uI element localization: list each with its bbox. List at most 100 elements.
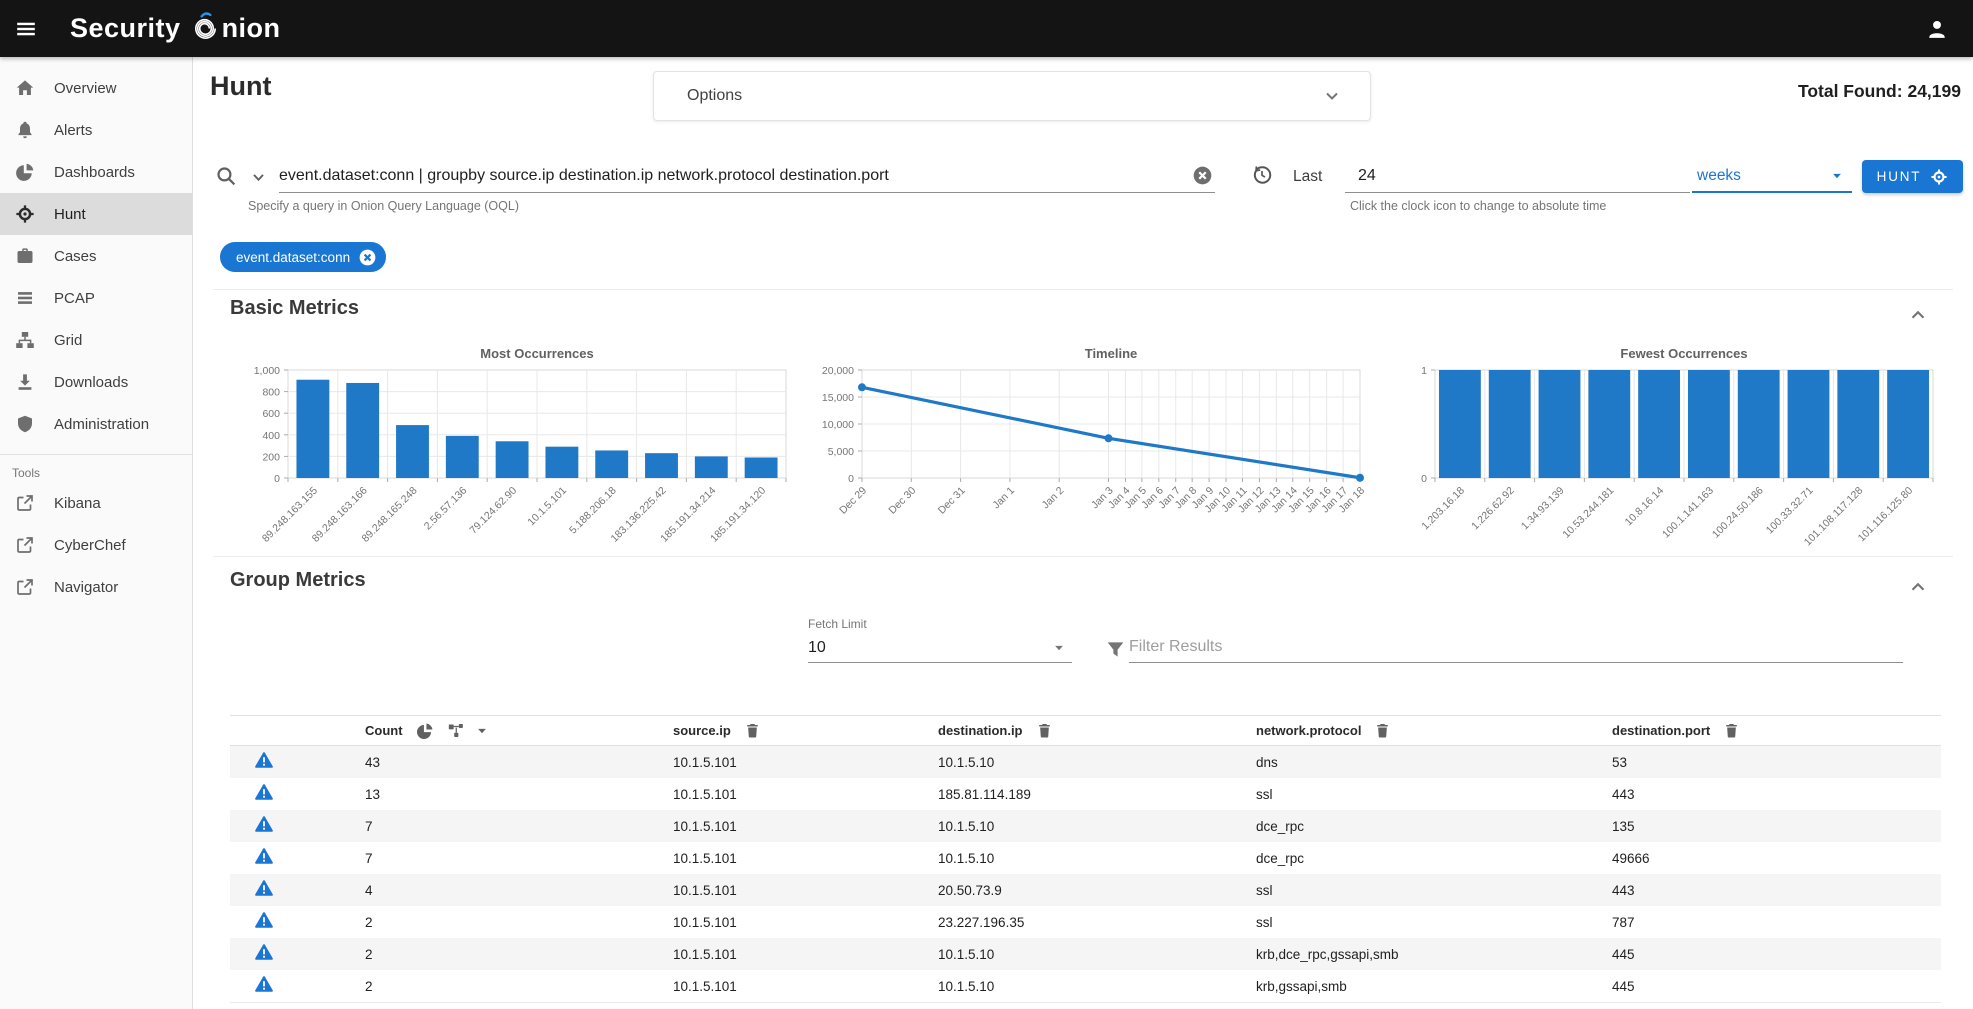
cell-destination-ip[interactable]: 10.1.5.10 xyxy=(938,979,1256,994)
svg-text:1: 1 xyxy=(1422,365,1428,377)
hunt-button[interactable]: HUNT xyxy=(1862,160,1963,193)
cell-destination-ip[interactable]: 23.227.196.35 xyxy=(938,915,1256,930)
sidebar-item-label: PCAP xyxy=(54,290,95,307)
cell-count[interactable]: 2 xyxy=(365,979,673,994)
cell-count[interactable]: 7 xyxy=(365,851,673,866)
cell-destination-port[interactable]: 445 xyxy=(1612,979,1941,994)
svg-text:0: 0 xyxy=(1422,473,1428,485)
row-warning-icon[interactable] xyxy=(254,974,274,994)
sidebar-item-hunt[interactable]: Hunt xyxy=(0,193,192,235)
cell-destination-port[interactable]: 135 xyxy=(1612,819,1941,834)
cell-source-ip[interactable]: 10.1.5.101 xyxy=(673,947,938,962)
cell-destination-port[interactable]: 787 xyxy=(1612,915,1941,930)
cell-network-protocol[interactable]: dce_rpc xyxy=(1256,819,1612,834)
collapse-basic-metrics-icon[interactable] xyxy=(1907,304,1929,326)
column-header-label[interactable]: destination.port xyxy=(1612,723,1710,738)
row-warning-icon[interactable] xyxy=(254,782,274,802)
remove-column-trash-icon[interactable] xyxy=(744,722,761,739)
options-panel[interactable]: Options xyxy=(653,71,1371,121)
user-icon[interactable] xyxy=(1917,9,1957,49)
relative-time-history-icon[interactable] xyxy=(1251,164,1273,186)
sidebar-item-label: Overview xyxy=(54,80,117,97)
cell-destination-port[interactable]: 445 xyxy=(1612,947,1941,962)
app-logo[interactable]: Security nion xyxy=(70,12,281,45)
query-history-chevron-icon[interactable] xyxy=(251,170,266,185)
sidebar-item-cases[interactable]: Cases xyxy=(0,235,192,277)
search-icon xyxy=(215,165,237,187)
row-warning-icon[interactable] xyxy=(254,846,274,866)
svg-text:Dec 30: Dec 30 xyxy=(886,485,918,517)
chip-close-icon[interactable] xyxy=(358,248,377,267)
sidebar-item-grid[interactable]: Grid xyxy=(0,319,192,361)
cell-count[interactable]: 4 xyxy=(365,883,673,898)
sidebar-item-overview[interactable]: Overview xyxy=(0,67,192,109)
column-header-label[interactable]: source.ip xyxy=(673,723,731,738)
cell-source-ip[interactable]: 10.1.5.101 xyxy=(673,883,938,898)
cell-destination-ip[interactable]: 10.1.5.10 xyxy=(938,851,1256,866)
cell-destination-ip[interactable]: 10.1.5.10 xyxy=(938,819,1256,834)
row-warning-icon[interactable] xyxy=(254,910,274,930)
cell-source-ip[interactable]: 10.1.5.101 xyxy=(673,979,938,994)
cell-count[interactable]: 13 xyxy=(365,787,673,802)
filter-results-input[interactable] xyxy=(1129,633,1903,661)
sidebar-item-pcap[interactable]: PCAP xyxy=(0,277,192,319)
cell-destination-ip[interactable]: 20.50.73.9 xyxy=(938,883,1256,898)
cell-source-ip[interactable]: 10.1.5.101 xyxy=(673,915,938,930)
cell-network-protocol[interactable]: dns xyxy=(1256,755,1612,770)
menu-icon[interactable] xyxy=(6,9,46,49)
cell-network-protocol[interactable]: krb,dce_rpc,gssapi,smb xyxy=(1256,947,1612,962)
sidebar-tool-kibana[interactable]: Kibana xyxy=(0,482,192,524)
cell-source-ip[interactable]: 10.1.5.101 xyxy=(673,851,938,866)
cell-destination-ip[interactable]: 10.1.5.10 xyxy=(938,947,1256,962)
bell-icon xyxy=(15,120,35,140)
query-input[interactable] xyxy=(279,161,1179,191)
cell-count[interactable]: 2 xyxy=(365,915,673,930)
remove-column-trash-icon[interactable] xyxy=(1036,722,1053,739)
svg-text:Fewest Occurrences: Fewest Occurrences xyxy=(1621,346,1748,361)
cell-network-protocol[interactable]: krb,gssapi,smb xyxy=(1256,979,1612,994)
cell-source-ip[interactable]: 10.1.5.101 xyxy=(673,819,938,834)
row-warning-icon[interactable] xyxy=(254,750,274,770)
column-header-label[interactable]: network.protocol xyxy=(1256,723,1361,738)
onion-logo-icon xyxy=(190,12,221,43)
sidebar-item-downloads[interactable]: Downloads xyxy=(0,361,192,403)
row-warning-icon[interactable] xyxy=(254,814,274,834)
sidebar-item-alerts[interactable]: Alerts xyxy=(0,109,192,151)
remove-column-trash-icon[interactable] xyxy=(1374,722,1391,739)
tools-section-label: Tools xyxy=(0,455,192,482)
cell-count[interactable]: 2 xyxy=(365,947,673,962)
timeline-chart: Timeline05,00010,00015,00020,000Dec 29De… xyxy=(804,340,1378,555)
cell-network-protocol[interactable]: ssl xyxy=(1256,787,1612,802)
group-by-caret-icon[interactable] xyxy=(475,724,489,738)
cell-count[interactable]: 43 xyxy=(365,755,673,770)
cell-source-ip[interactable]: 10.1.5.101 xyxy=(673,787,938,802)
filter-chip[interactable]: event.dataset:conn xyxy=(220,242,386,272)
fetch-limit-select[interactable]: 10 xyxy=(808,633,1072,663)
cell-destination-ip[interactable]: 10.1.5.10 xyxy=(938,755,1256,770)
collapse-group-metrics-icon[interactable] xyxy=(1907,576,1929,598)
sidebar-item-dashboards[interactable]: Dashboards xyxy=(0,151,192,193)
toggle-chart-pie-icon[interactable] xyxy=(416,722,434,740)
sidebar-tool-navigator[interactable]: Navigator xyxy=(0,566,192,608)
cell-network-protocol[interactable]: ssl xyxy=(1256,883,1612,898)
cell-count[interactable]: 7 xyxy=(365,819,673,834)
group-by-icon[interactable] xyxy=(447,722,465,740)
time-unit-select[interactable]: weeks xyxy=(1692,161,1852,193)
row-warning-icon[interactable] xyxy=(254,942,274,962)
cell-destination-port[interactable]: 443 xyxy=(1612,787,1941,802)
clear-query-icon[interactable] xyxy=(1192,165,1213,186)
remove-column-trash-icon[interactable] xyxy=(1723,722,1740,739)
row-warning-icon[interactable] xyxy=(254,878,274,898)
cell-destination-port[interactable]: 49666 xyxy=(1612,851,1941,866)
cell-destination-port[interactable]: 443 xyxy=(1612,883,1941,898)
column-header-label[interactable]: destination.ip xyxy=(938,723,1023,738)
cell-destination-ip[interactable]: 185.81.114.189 xyxy=(938,787,1256,802)
cell-source-ip[interactable]: 10.1.5.101 xyxy=(673,755,938,770)
cell-network-protocol[interactable]: dce_rpc xyxy=(1256,851,1612,866)
sidebar-tool-cyberchef[interactable]: CyberChef xyxy=(0,524,192,566)
time-value-input[interactable] xyxy=(1345,161,1690,191)
cell-destination-port[interactable]: 53 xyxy=(1612,755,1941,770)
column-header-label[interactable]: Count xyxy=(365,723,403,738)
sidebar-item-administration[interactable]: Administration xyxy=(0,403,192,445)
cell-network-protocol[interactable]: ssl xyxy=(1256,915,1612,930)
